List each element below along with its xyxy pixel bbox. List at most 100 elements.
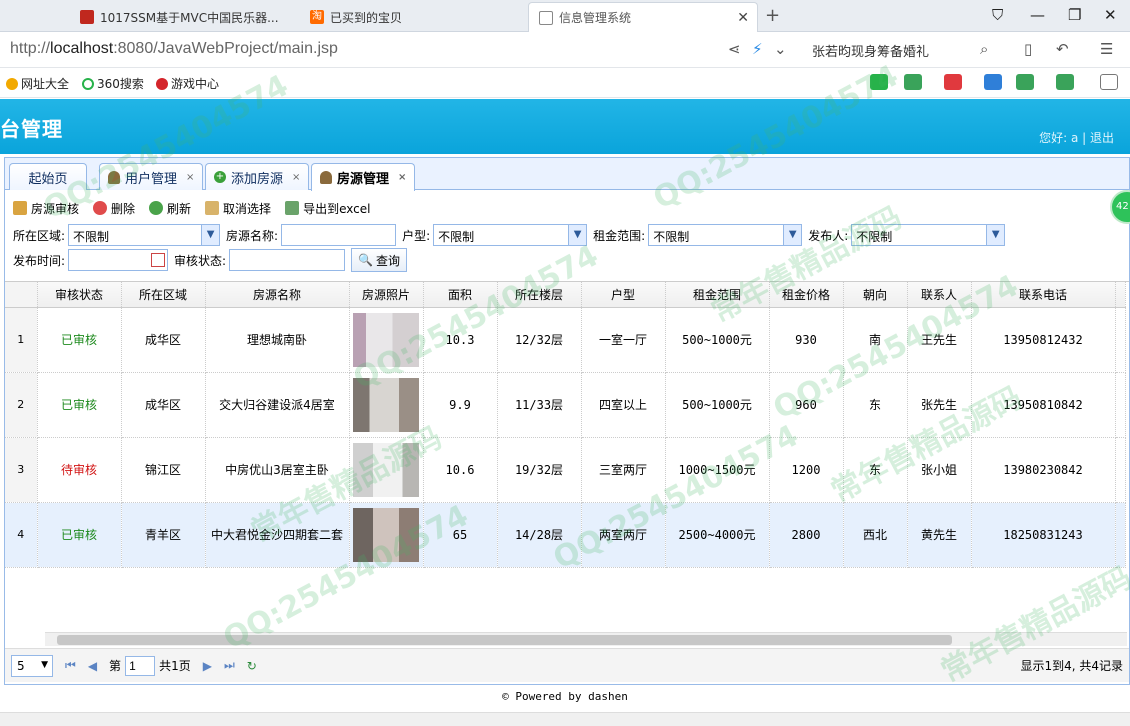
price-cell: 960 bbox=[769, 372, 844, 438]
bookmark-item[interactable]: 网址大全 bbox=[6, 75, 69, 92]
area-cell: 锦江区 bbox=[121, 437, 206, 503]
record-info: 显示1到4, 共4记录 bbox=[1020, 659, 1123, 673]
table-row[interactable]: 2 已审核 成华区 交大归谷建设派4居室 9.9 11/33层 四室以上 500… bbox=[5, 372, 1126, 438]
tab-home[interactable]: 起始页 bbox=[9, 163, 87, 190]
browser-tab-1[interactable]: 1017SSM基于MVC中国民乐器... bbox=[70, 2, 296, 32]
layout-type-select[interactable]: 不限制 ▼ bbox=[433, 224, 588, 246]
shirt-icon[interactable]: ⛉ bbox=[992, 6, 1003, 24]
listing-photo[interactable] bbox=[353, 312, 419, 367]
window-close-icon[interactable]: ✕ bbox=[1104, 6, 1117, 24]
tab-user-management[interactable]: 用户管理 × bbox=[99, 163, 204, 190]
price-cell: 930 bbox=[769, 307, 844, 373]
size-cell: 10.3 bbox=[423, 307, 498, 373]
column-header[interactable]: 面积 bbox=[423, 282, 498, 308]
chevron-down-icon: ▼ bbox=[783, 225, 802, 245]
publisher-select[interactable]: 不限制 ▼ bbox=[851, 224, 1006, 246]
magnifier-icon[interactable] bbox=[984, 74, 1002, 90]
delete-button[interactable]: 删除 bbox=[93, 198, 135, 218]
menu-icon[interactable]: ☰ bbox=[1100, 40, 1113, 58]
user-icon bbox=[108, 170, 120, 184]
hot-search-text[interactable]: 张若昀现身筹备婚礼 bbox=[812, 41, 929, 60]
page-footer: © Powered by dashen bbox=[502, 690, 628, 703]
gamepad-icon[interactable] bbox=[1016, 74, 1034, 90]
column-header[interactable]: 所在区域 bbox=[121, 282, 206, 308]
browser-status-bar bbox=[0, 712, 1130, 726]
translate-icon[interactable] bbox=[904, 74, 922, 90]
publish-date-input[interactable] bbox=[68, 249, 169, 271]
column-header[interactable]: 户型 bbox=[581, 282, 666, 308]
phone-cell: 13950810842 bbox=[971, 372, 1116, 438]
contact-cell: 王先生 bbox=[907, 307, 972, 373]
listing-name-input[interactable] bbox=[281, 224, 397, 246]
phone-icon[interactable]: ▯ bbox=[1024, 40, 1032, 58]
audit-button[interactable]: 房源审核 bbox=[13, 198, 79, 218]
export-excel-button[interactable]: 导出到excel bbox=[285, 198, 370, 218]
column-header[interactable]: 租金价格 bbox=[769, 282, 844, 308]
browser-tab-2[interactable]: 淘 已买到的宝贝 bbox=[300, 2, 526, 32]
listing-photo[interactable] bbox=[353, 507, 419, 562]
close-icon[interactable]: ✕ bbox=[737, 10, 749, 26]
column-header[interactable]: 房源照片 bbox=[349, 282, 424, 308]
status-cell: 待审核 bbox=[37, 437, 122, 503]
facing-cell: 东 bbox=[843, 437, 908, 503]
bookmark-item[interactable]: 360搜索 bbox=[82, 75, 144, 92]
minimize-icon[interactable]: — bbox=[1030, 6, 1045, 24]
undo-icon bbox=[205, 201, 220, 215]
column-header[interactable]: 审核状态 bbox=[37, 282, 122, 308]
scrollbar-thumb[interactable] bbox=[57, 635, 952, 645]
extension-icon[interactable] bbox=[870, 74, 888, 90]
tab-add-listing[interactable]: + 添加房源 × bbox=[205, 163, 310, 190]
close-icon[interactable]: × bbox=[292, 172, 300, 183]
audit-status-input[interactable] bbox=[229, 249, 346, 271]
rent-range-select[interactable]: 不限制 ▼ bbox=[648, 224, 803, 246]
column-header[interactable]: 联系人 bbox=[907, 282, 972, 308]
close-icon[interactable]: × bbox=[186, 172, 194, 183]
first-page-icon[interactable]: ⏮ bbox=[65, 658, 76, 673]
search-icon[interactable]: ⌕ bbox=[980, 40, 988, 58]
table-row[interactable]: 4 已审核 青羊区 中大君悦金沙四期套二套 65 14/28层 两室两厅 250… bbox=[5, 502, 1126, 568]
calendar-icon[interactable] bbox=[151, 253, 166, 267]
column-header[interactable]: 联系电话 bbox=[971, 282, 1116, 308]
bookmark-item[interactable]: 游戏中心 bbox=[156, 75, 219, 92]
logout-link[interactable]: 退出 bbox=[1090, 131, 1114, 145]
listing-photo[interactable] bbox=[353, 377, 419, 432]
tab-listing-management[interactable]: 房源管理 × bbox=[311, 163, 416, 191]
last-page-icon[interactable]: ⏭ bbox=[224, 658, 235, 673]
close-icon[interactable]: × bbox=[398, 172, 406, 183]
listing-photo[interactable] bbox=[353, 442, 419, 497]
page-size-select[interactable]: 5 ▼ bbox=[11, 654, 53, 677]
horizontal-scrollbar[interactable] bbox=[45, 632, 1127, 646]
scissors-icon[interactable] bbox=[944, 74, 962, 90]
area-select[interactable]: 不限制 ▼ bbox=[68, 224, 221, 246]
query-button[interactable]: 🔍 查询 bbox=[351, 248, 408, 272]
column-header[interactable]: 所在楼层 bbox=[497, 282, 582, 308]
column-header[interactable]: 朝向 bbox=[843, 282, 908, 308]
apps-icon[interactable] bbox=[1100, 74, 1118, 90]
browser-tab-active[interactable]: 信息管理系统 ✕ bbox=[528, 2, 758, 32]
photo-cell bbox=[349, 437, 424, 503]
lightning-icon[interactable]: ⚡ bbox=[752, 40, 763, 58]
prev-page-icon[interactable]: ◀ bbox=[88, 659, 97, 673]
table-row[interactable]: 1 已审核 成华区 理想城南卧 10.3 12/32层 一室一厅 500~100… bbox=[5, 307, 1126, 373]
url-field[interactable]: http://localhost:8080/JavaWebProject/mai… bbox=[10, 40, 338, 58]
column-header-filler bbox=[1115, 282, 1126, 308]
page-number-input[interactable] bbox=[125, 655, 156, 676]
share-icon[interactable]: ⋖ bbox=[728, 40, 741, 58]
reload-icon[interactable]: ↻ bbox=[247, 659, 257, 673]
wallet-icon[interactable] bbox=[1056, 74, 1074, 90]
chevron-down-icon[interactable]: ⌄ bbox=[774, 40, 787, 58]
refresh-button[interactable]: 刷新 bbox=[149, 198, 191, 218]
floor-cell: 12/32层 bbox=[497, 307, 582, 373]
maximize-icon[interactable]: ❐ bbox=[1068, 6, 1081, 24]
floor-cell: 19/32层 bbox=[497, 437, 582, 503]
column-header[interactable]: 房源名称 bbox=[205, 282, 350, 308]
undo-icon[interactable]: ↶ bbox=[1056, 40, 1069, 58]
next-page-icon[interactable]: ▶ bbox=[203, 659, 212, 673]
table-row[interactable]: 3 待审核 锦江区 中房优山3居室主卧 10.6 19/32层 三室两厅 100… bbox=[5, 437, 1126, 503]
screen: 1017SSM基于MVC中国民乐器... 淘 已买到的宝贝 信息管理系统 ✕ +… bbox=[0, 0, 1130, 726]
column-header[interactable]: 租金范围 bbox=[665, 282, 770, 308]
360-icon bbox=[82, 77, 94, 90]
unselect-button[interactable]: 取消选择 bbox=[205, 198, 271, 218]
app-tabs: 起始页 用户管理 × + 添加房源 × 房源管理 × bbox=[5, 158, 1129, 191]
new-tab-icon[interactable]: + bbox=[765, 5, 780, 26]
